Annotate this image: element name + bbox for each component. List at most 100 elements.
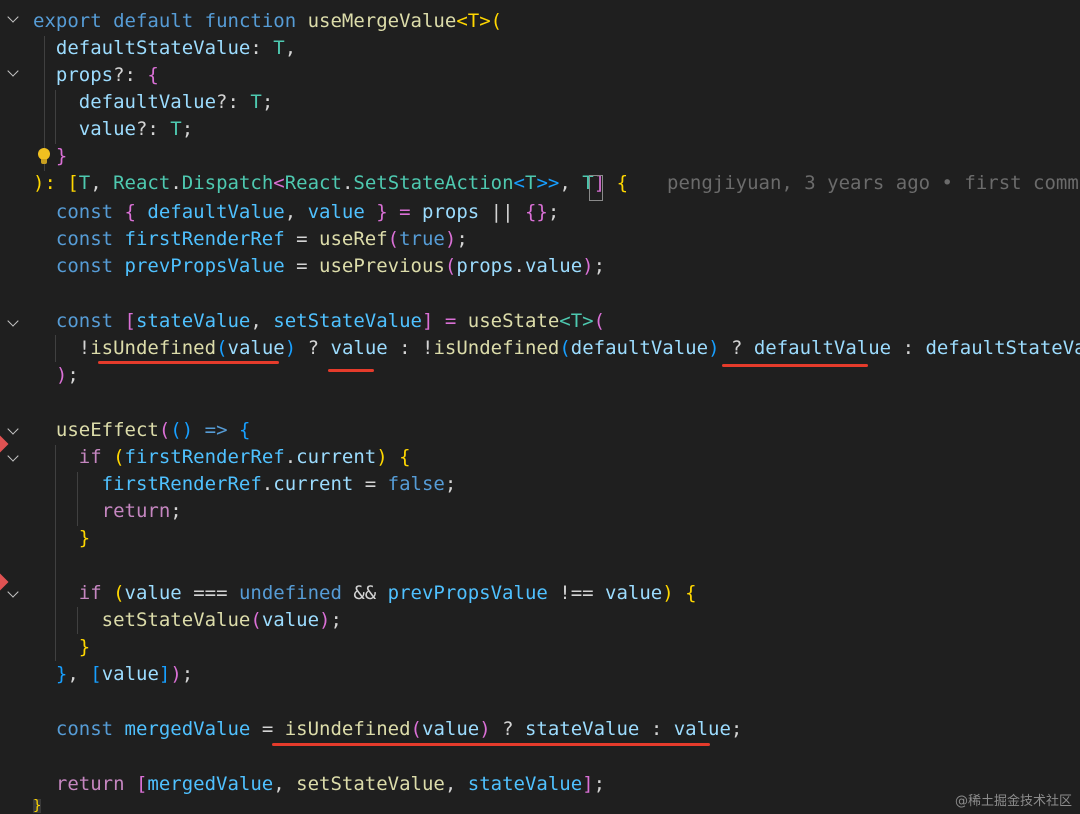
token: value [227, 337, 285, 359]
code-line-12: const [stateValue, setStateValue] = useS… [33, 308, 605, 335]
token: } [78, 636, 91, 658]
token: } [55, 663, 68, 685]
token: undefined [238, 582, 342, 604]
code-line-18: firstRenderRef.current = false; [33, 471, 457, 498]
token: T [170, 118, 182, 140]
token: { [113, 201, 148, 223]
token: ; [181, 663, 194, 685]
token: SetStateAction [353, 172, 514, 194]
token: => [193, 419, 239, 441]
token: {} [524, 201, 548, 223]
bracket-match-highlight [589, 175, 603, 201]
token: value [422, 718, 480, 740]
token: firstRenderRef [124, 446, 285, 468]
token: return [55, 773, 125, 795]
token: , [284, 37, 297, 59]
fold-chevron-icon[interactable] [6, 66, 20, 80]
annotation-underline [98, 361, 279, 364]
token: ) [708, 337, 720, 359]
code-line-2: defaultStateValue: T, [33, 35, 296, 62]
token: , [444, 773, 468, 795]
watermark: @稀土掘金技术社区 [954, 794, 1072, 809]
token: setStateValue [101, 609, 251, 631]
fold-chevron-icon[interactable] [6, 316, 20, 330]
token: value [261, 609, 320, 631]
token: value [673, 718, 731, 740]
token: true [399, 228, 445, 250]
annotation-underline [722, 364, 868, 367]
code-line-17: if (firstRenderRef.current) { [33, 444, 411, 471]
token: ; [593, 255, 606, 277]
token: const [55, 718, 114, 740]
token: value [307, 201, 365, 223]
token: } = [364, 201, 422, 223]
token: stateValue [135, 310, 251, 332]
token: ; [730, 718, 743, 740]
token: ; [330, 609, 342, 631]
token: ) [376, 446, 400, 468]
token: defaultStateValue [55, 37, 251, 59]
token: [ [90, 663, 102, 685]
token: isUndefined [90, 337, 217, 359]
token: const [55, 228, 114, 250]
token: defaultValue [78, 91, 217, 113]
token: ( [101, 582, 125, 604]
token: mergedValue [113, 718, 251, 740]
token: T [78, 172, 91, 194]
annotation-underline [272, 743, 710, 746]
token: const [55, 310, 114, 332]
token: firstRenderRef [113, 228, 285, 250]
token: ) [662, 582, 686, 604]
token: current [273, 473, 354, 495]
code-line-29: return [mergedValue, setStateValue, stat… [33, 771, 605, 798]
code-line-10: const prevPropsValue = usePrevious(props… [33, 253, 605, 280]
token: <T> [559, 310, 594, 332]
token: React [284, 172, 342, 194]
token: } [78, 527, 91, 549]
token: ? [296, 337, 331, 359]
token: ) [55, 364, 68, 386]
token: ; [444, 473, 457, 495]
token: value [605, 582, 663, 604]
token: = [250, 718, 285, 740]
token: : [891, 337, 926, 359]
token: value [78, 118, 136, 140]
code-line-19: return; [33, 498, 182, 525]
token: , [284, 201, 308, 223]
token: if [78, 582, 102, 604]
code-line-1: export default function useMergeValue<T>… [33, 8, 502, 35]
token: { [399, 446, 411, 468]
token: === [181, 582, 239, 604]
token: = [284, 228, 320, 250]
fold-chevron-icon[interactable] [6, 424, 20, 438]
token: , [67, 663, 91, 685]
code-line-27: const mergedValue = isUndefined(value) ?… [33, 716, 742, 743]
token: ( [410, 718, 422, 740]
token: firstRenderRef [101, 473, 262, 495]
token: [ [124, 773, 148, 795]
token: ; [170, 500, 182, 522]
token: <T>( [456, 10, 503, 32]
token: mergedValue [147, 773, 274, 795]
token: ; [593, 773, 606, 795]
breakpoint-icon[interactable] [0, 435, 9, 453]
token: >> [536, 172, 560, 194]
fold-chevron-icon[interactable] [6, 587, 20, 601]
token: ) [444, 228, 457, 250]
fold-chevron-icon[interactable] [6, 12, 20, 26]
token: const [55, 255, 114, 277]
token: ] [582, 773, 594, 795]
token: export [33, 10, 102, 32]
token: && [341, 582, 388, 604]
token: ?: [216, 91, 251, 113]
token: ( [387, 228, 400, 250]
token: ; [181, 118, 194, 140]
code-editor[interactable]: export default function useMergeValue<T>… [0, 0, 1080, 813]
token: ?: [135, 118, 171, 140]
token: . [341, 172, 354, 194]
fold-chevron-icon[interactable] [6, 451, 20, 465]
token: usePrevious [319, 255, 445, 277]
token: } [55, 145, 68, 167]
token: ; [547, 201, 560, 223]
token: { [616, 172, 629, 194]
